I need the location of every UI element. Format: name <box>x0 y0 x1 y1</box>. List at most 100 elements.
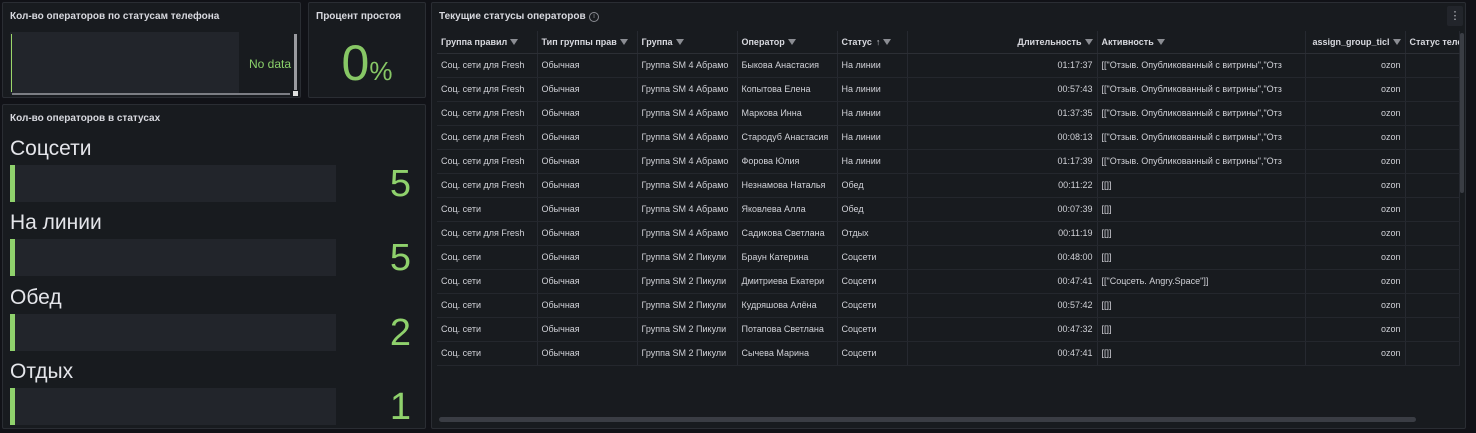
column-header-label: Тип группы прав <box>541 36 617 47</box>
table-cell: Яковлева Алла <box>737 197 838 222</box>
column-header[interactable]: Статус ↑ <box>837 31 908 54</box>
stat-unit: % <box>369 56 393 86</box>
table-cell: 00:11:22 <box>907 173 1098 198</box>
column-header[interactable]: Оператор <box>737 31 838 54</box>
table-cell: Обычная <box>537 173 638 198</box>
table-cell: Группа SM 4 Абрамо <box>637 197 738 222</box>
column-header[interactable]: Статус теле <box>1405 31 1460 54</box>
table-cell: 01:37:35 <box>907 101 1098 126</box>
filter-icon[interactable] <box>787 39 796 46</box>
table-cell: 01:17:37 <box>907 53 1098 78</box>
table-cell: Соц. сети для Fresh <box>437 149 538 174</box>
stat-value: 0% <box>309 35 425 91</box>
column-header[interactable]: Тип группы прав <box>537 31 638 54</box>
bar-value: 5 <box>389 237 411 279</box>
info-icon[interactable]: i <box>589 12 599 22</box>
panel-idle-percent: Процент простоя 0% <box>308 2 426 98</box>
table-row[interactable]: Соц. сети для Fresh Обычная Группа SM 4 Аб… <box>437 221 1460 246</box>
table-cell: Обычная <box>537 77 638 102</box>
column-header-label: Группа правил <box>441 36 508 47</box>
panel-title[interactable]: Кол-во операторов по статусам телефона <box>10 11 219 22</box>
table-cell: 00:08:13 <box>907 125 1098 150</box>
table-row[interactable]: Соц. сети для Fresh Обычная Группа SM 4 Аб… <box>437 77 1460 102</box>
table-cell <box>1405 269 1460 294</box>
bar-fill <box>10 165 15 202</box>
horizontal-scrollbar[interactable] <box>439 417 1416 422</box>
table-row[interactable]: Соц. сети для Fresh Обычная Группа SM 4 Аб… <box>437 125 1460 150</box>
table-cell: [[]] <box>1097 245 1306 270</box>
panel-title[interactable]: Кол-во операторов в статусах <box>10 113 160 124</box>
table-cell: ozon <box>1305 317 1406 342</box>
table-row[interactable]: Соц. сети для Fresh Обычная Группа SM 4 Аб… <box>437 101 1460 126</box>
column-header-label: assign_group_ticl <box>1312 36 1390 47</box>
table-cell: Обычная <box>537 101 638 126</box>
table-cell: Обычная <box>537 221 638 246</box>
table-cell: Группа SM 2 Пикули <box>637 341 738 366</box>
resize-handle[interactable] <box>293 91 298 96</box>
column-header-label: Группа <box>641 36 673 47</box>
filter-icon[interactable] <box>883 39 892 46</box>
table-row[interactable]: Соц. сети Обычная Группа SM 2 Пикули Браун … <box>437 245 1460 270</box>
kebab-menu-icon[interactable]: ⋮ <box>1447 6 1463 26</box>
table-cell: Группа SM 4 Абрамо <box>637 53 738 78</box>
table-cell: 00:11:19 <box>907 221 1098 246</box>
column-header[interactable]: Длительность <box>907 31 1098 54</box>
table-cell: Обычная <box>537 53 638 78</box>
table-cell: ozon <box>1305 341 1406 366</box>
table-cell: ozon <box>1305 53 1406 78</box>
table-cell: На линии <box>837 149 908 174</box>
panel-title[interactable]: Процент простоя <box>316 11 401 22</box>
table-cell: [["Отзыв. Опубликованный с витрины","Отз <box>1097 53 1306 78</box>
bar-fill <box>10 239 15 276</box>
filter-icon[interactable] <box>675 39 684 46</box>
table-cell: Обычная <box>537 149 638 174</box>
table-cell: Соц. сети для Fresh <box>437 173 538 198</box>
vertical-scrollbar[interactable] <box>294 34 297 90</box>
filter-icon[interactable] <box>510 39 519 46</box>
table-row[interactable]: Соц. сети для Fresh Обычная Группа SM 4 Аб… <box>437 173 1460 198</box>
bar-value: 2 <box>389 312 411 354</box>
table-cell <box>1405 197 1460 222</box>
table-cell: [["Отзыв. Опубликованный с витрины","Отз <box>1097 125 1306 150</box>
horizontal-scrollbar[interactable] <box>12 93 290 95</box>
column-header[interactable]: assign_group_ticl <box>1305 31 1406 54</box>
table-cell: Обед <box>837 173 908 198</box>
table-row[interactable]: Соц. сети Обычная Группа SM 4 Абрамо Яковле… <box>437 197 1460 222</box>
table-cell: Стародуб Анастасия <box>737 125 838 150</box>
filter-icon[interactable] <box>619 39 628 46</box>
table-cell: [[]] <box>1097 293 1306 318</box>
column-header[interactable]: Группа правил <box>437 31 538 54</box>
filter-icon[interactable] <box>1084 39 1093 46</box>
vertical-scrollbar[interactable] <box>1460 33 1464 193</box>
table-row[interactable]: Соц. сети для Fresh Обычная Группа SM 4 Аб… <box>437 149 1460 174</box>
panel-title[interactable]: Текущие статусы операторов <box>439 11 586 22</box>
column-header-label: Статус теле <box>1409 36 1459 47</box>
table-cell: Сычева Марина <box>737 341 838 366</box>
filter-icon[interactable] <box>1156 39 1165 46</box>
table-cell: Группа SM 4 Абрамо <box>637 125 738 150</box>
table-row[interactable]: Соц. сети для Fresh Обычная Группа SM 4 Аб… <box>437 53 1460 78</box>
table-cell: ozon <box>1305 269 1406 294</box>
filter-icon[interactable] <box>1392 39 1401 46</box>
table-cell: Обычная <box>537 293 638 318</box>
table-row[interactable]: Соц. сети Обычная Группа SM 2 Пикули Потапо… <box>437 317 1460 342</box>
table-cell: Соц. сети для Fresh <box>437 221 538 246</box>
table-row[interactable]: Соц. сети Обычная Группа SM 2 Пикули Сычева… <box>437 341 1460 366</box>
table-row[interactable]: Соц. сети Обычная Группа SM 2 Пикули Дмитри… <box>437 269 1460 294</box>
table-cell: ozon <box>1305 77 1406 102</box>
column-header[interactable]: Активность <box>1097 31 1306 54</box>
table-row[interactable]: Соц. сети Обычная Группа SM 2 Пикули Кудряш… <box>437 293 1460 318</box>
table-cell: [[]] <box>1097 221 1306 246</box>
table-cell: Соц. сети <box>437 317 538 342</box>
table-cell: Соц. сети <box>437 341 538 366</box>
table-cell: Соцсети <box>837 341 908 366</box>
table-cell: Соцсети <box>837 245 908 270</box>
sort-ascending-icon[interactable]: ↑ <box>876 37 881 47</box>
bar-label: Отдых <box>10 360 74 383</box>
bar-gauge-row: На линии 5 <box>10 211 425 279</box>
column-header[interactable]: Группа <box>637 31 738 54</box>
table-cell: [["Отзыв. Опубликованный с витрины","Отз <box>1097 149 1306 174</box>
table-cell: Маркова Инна <box>737 101 838 126</box>
table-cell: Группа SM 2 Пикули <box>637 293 738 318</box>
bar-label: Соцсети <box>10 137 92 160</box>
